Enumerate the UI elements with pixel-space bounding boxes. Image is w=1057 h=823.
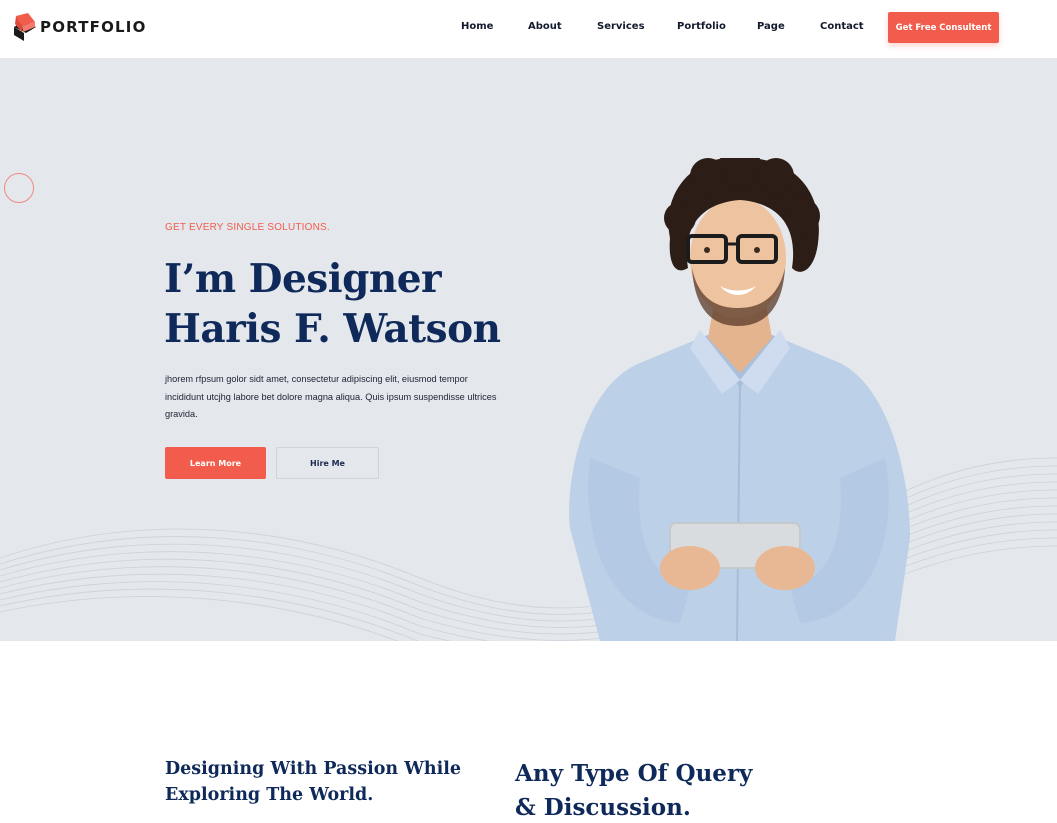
designer-portrait-image: [569, 158, 910, 641]
nav-about[interactable]: About: [528, 21, 562, 32]
hero-section: GET EVERY SINGLE SOLUTIONS. I’m Designer…: [0, 58, 1057, 641]
nav-portfolio[interactable]: Portfolio: [677, 21, 726, 32]
query-heading-line-1: Any Type Of Query: [515, 760, 753, 787]
hire-me-button[interactable]: Hire Me: [276, 447, 379, 479]
decorative-circle: [4, 173, 34, 203]
nav-home[interactable]: Home: [461, 21, 493, 32]
nav-services[interactable]: Services: [597, 21, 645, 32]
hero-tagline: GET EVERY SINGLE SOLUTIONS.: [165, 222, 330, 233]
nav-contact[interactable]: Contact: [820, 21, 864, 32]
learn-more-button[interactable]: Learn More: [165, 447, 266, 479]
hero-description: jhorem rfpsum golor sidt amet, consectet…: [165, 374, 497, 419]
passion-heading-line-1: Designing With Passion While: [165, 759, 462, 779]
hero-title: I’m Designer Haris F. Watson: [164, 254, 501, 354]
hero-title-line-2: Haris F. Watson: [164, 306, 501, 352]
get-consultant-button[interactable]: Get Free Consultent: [888, 12, 999, 43]
passion-heading: Designing With Passion While Exploring T…: [165, 756, 461, 808]
passion-heading-line-2: Exploring The World.: [165, 785, 374, 805]
hero-title-line-1: I’m Designer: [164, 256, 442, 302]
nav-page[interactable]: Page: [757, 21, 785, 32]
query-heading-line-2: & Discussion.: [515, 794, 691, 821]
query-heading: Any Type Of Query & Discussion.: [515, 757, 752, 823]
site-header: PORTFOLIO Home About Services Portfolio …: [0, 0, 1057, 58]
